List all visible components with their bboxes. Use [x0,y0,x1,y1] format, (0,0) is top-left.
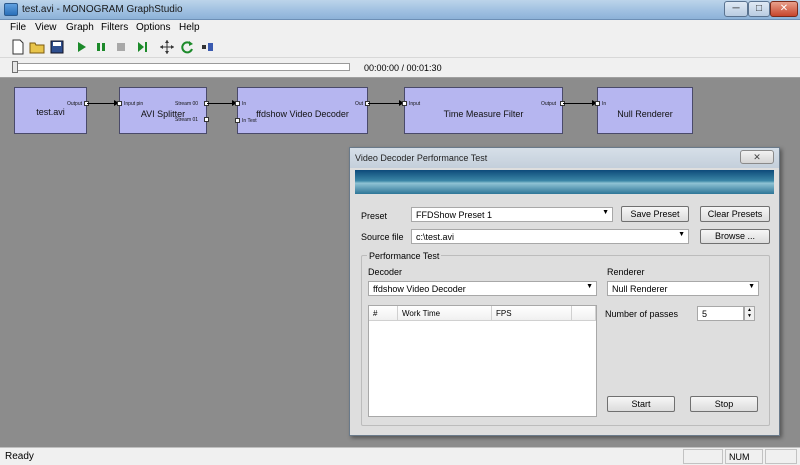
new-file-icon[interactable] [10,39,26,55]
column-header[interactable]: Work Time [398,306,492,321]
filter-name: ffdshow Video Decoder [256,109,349,119]
input-pin[interactable] [235,101,240,106]
app-icon [4,3,18,16]
renderer-combo[interactable]: Null Renderer ▼ [607,281,759,296]
pin-label: Input pin [124,101,144,107]
menu-filters[interactable]: Filters [101,22,128,33]
group-label: Performance Test [367,251,442,261]
window-title: test.avi - MONOGRAM GraphStudio [22,4,183,15]
filter-null-renderer[interactable]: In Null Renderer [595,87,693,134]
source-file-value: c:\test.avi [416,232,455,242]
dialog-close-button[interactable]: ✕ [740,150,774,164]
status-text: Ready [5,451,34,462]
decoder-value: ffdshow Video Decoder [373,284,466,294]
decoder-label: Decoder [368,267,403,277]
save-preset-button[interactable]: Save Preset [621,206,689,222]
input-pin[interactable] [595,101,600,106]
pin-label: Input [409,101,421,107]
pin-label: Output [541,101,557,107]
browse-button[interactable]: Browse ... [700,229,770,244]
input-pin[interactable] [402,101,407,106]
pin-label: Out [355,101,364,107]
chevron-down-icon: ▼ [602,209,609,216]
decoder-combo[interactable]: ffdshow Video Decoder ▼ [368,281,597,296]
refresh-icon[interactable] [179,39,195,55]
passes-spinner[interactable]: ▲ ▼ [744,306,755,321]
stop-button[interactable]: Stop [690,396,758,412]
window-titlebar: test.avi - MONOGRAM GraphStudio ─ □ ✕ [0,0,800,20]
renderer-label: Renderer [607,267,645,277]
menu-options[interactable]: Options [136,22,170,33]
menu-bar: File View Graph Filters Options Help [0,20,800,36]
menu-graph[interactable]: Graph [66,22,94,33]
connection-line [207,103,233,104]
seek-bar-row: 00:00:00 / 00:01:30 [0,58,800,78]
renderer-value: Null Renderer [612,284,668,294]
maximize-button[interactable]: □ [748,1,770,17]
filter-avi-splitter[interactable]: Input pin AVI Splitter Stream 00 Stream … [117,87,209,134]
preset-value: FFDShow Preset 1 [416,210,493,220]
spin-down-icon[interactable]: ▼ [745,313,754,319]
filter-time-measure[interactable]: Input Time Measure Filter Output [402,87,565,134]
column-header [572,306,596,321]
pin-label: Stream 01 [175,117,199,123]
column-header[interactable]: # [369,306,398,321]
select-pointer-icon[interactable] [159,39,175,55]
filter-name: Time Measure Filter [443,109,524,119]
output-pin[interactable] [204,117,209,122]
connection-line [563,103,593,104]
minimize-button[interactable]: ─ [724,1,748,17]
preset-label: Preset [361,211,388,221]
seek-track[interactable] [12,63,350,71]
filter-test-avi[interactable]: test.avi Output [14,87,89,134]
stop-icon[interactable] [113,39,129,55]
column-header[interactable]: FPS [492,306,572,321]
chevron-down-icon: ▼ [678,231,685,238]
dialog-banner [355,170,774,194]
passes-label: Number of passes [605,309,679,319]
pin-label: Output [67,101,83,107]
clear-presets-button[interactable]: Clear Presets [700,206,770,222]
status-pane-num: NUM [725,449,763,464]
seek-thumb[interactable] [12,61,18,73]
filter-name: Null Renderer [617,109,673,119]
play-icon[interactable] [73,39,89,55]
toolbar [0,36,800,58]
filter-name: test.avi [36,107,65,117]
status-pane-scrl [765,449,797,464]
save-icon[interactable] [49,39,65,55]
start-button[interactable]: Start [607,396,675,412]
menu-file[interactable]: File [10,22,26,33]
passes-value: 5 [702,309,708,319]
status-pane-caps [683,449,723,464]
filter-ffdshow-video-decoder[interactable]: In In Text ffdshow Video Decoder Out [235,87,370,134]
chevron-down-icon: ▼ [748,283,755,290]
passes-field[interactable]: 5 [697,306,744,321]
open-folder-icon[interactable] [29,39,45,55]
status-bar: Ready NUM [0,447,800,465]
connection-line [87,103,115,104]
dialog-titlebar: Video Decoder Performance Test ✕ [350,148,779,168]
input-pin[interactable] [117,101,122,106]
source-file-combo[interactable]: c:\test.avi ▼ [411,229,689,244]
preset-combo[interactable]: FFDShow Preset 1 ▼ [411,207,613,222]
performance-test-dialog: Video Decoder Performance Test ✕ Preset … [349,147,780,436]
dialog-title: Video Decoder Performance Test [355,153,488,163]
chevron-down-icon: ▼ [586,283,593,290]
source-file-label: Source file [361,232,404,242]
step-frame-icon[interactable] [134,39,150,55]
seek-icon[interactable] [200,39,216,55]
pause-icon[interactable] [93,39,109,55]
time-readout: 00:00:00 / 00:01:30 [364,63,442,73]
menu-view[interactable]: View [35,22,57,33]
pin-label: In [242,101,247,107]
close-button[interactable]: ✕ [770,1,798,17]
connection-line [368,103,400,104]
pin-label: Stream 00 [175,101,199,107]
results-list[interactable]: # Work Time FPS [368,305,597,417]
pin-label: In [602,101,607,107]
menu-help[interactable]: Help [179,22,200,33]
